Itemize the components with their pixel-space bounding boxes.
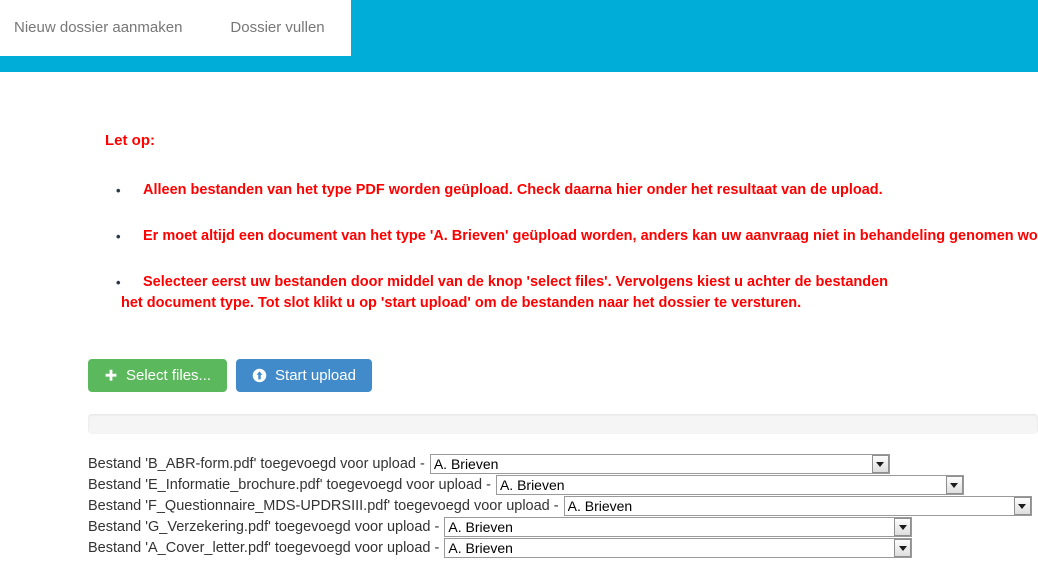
file-status-label: Bestand 'E_Informatie_brochure.pdf' toeg… [88,477,491,493]
doc-type-select[interactable]: A. Brieven [563,496,1032,516]
doc-type-select-shell: A. Brieven [495,475,964,495]
tab-label: Nieuw dossier aanmaken [14,19,183,36]
plus-icon [104,369,118,383]
upload-progress-bar [88,414,1038,434]
notice-bullet-text: Alleen bestanden van het type PDF worden… [143,182,883,198]
start-upload-label: Start upload [275,367,356,384]
select-files-button[interactable]: Select files... [88,359,228,392]
doc-type-select-shell: A. Brieven [444,517,913,537]
bullet-icon: • [116,275,121,290]
notice-title: Let op: [105,132,155,149]
file-status-label: Bestand 'F_Questionnaire_MDS-UPDRSIII.pd… [88,498,559,514]
doc-type-select[interactable]: A. Brieven [495,475,964,495]
file-status-label: Bestand 'A_Cover_letter.pdf' toegevoegd … [88,540,440,556]
start-upload-button[interactable]: Start upload [236,359,372,392]
doc-type-select-shell: A. Brieven [444,538,913,558]
doc-type-select[interactable]: A. Brieven [429,454,890,474]
tab-label: Dossier vullen [230,19,325,36]
notice-bullet-brieven-required: • Er moet altijd een document van het ty… [105,226,1038,247]
file-row: Bestand 'F_Questionnaire_MDS-UPDRSIII.pd… [88,496,1038,516]
file-status-label: Bestand 'B_ABR-form.pdf' toegevoegd voor… [88,456,425,472]
notice-bullet-instructions: • Selecteer eerst uw bestanden door midd… [105,272,933,314]
notice-bullet-list: • Alleen bestanden van het type PDF word… [105,180,1038,339]
upload-toolbar: Select files... Start upload [88,359,372,392]
uploaded-files-list: Bestand 'B_ABR-form.pdf' toegevoegd voor… [88,454,1038,559]
upload-circle-icon [252,368,267,383]
tab-dossier-vullen[interactable]: Dossier vullen [212,0,351,56]
file-row: Bestand 'A_Cover_letter.pdf' toegevoegd … [88,538,1038,558]
bullet-icon: • [116,183,121,198]
file-row: Bestand 'E_Informatie_brochure.pdf' toeg… [88,475,1038,495]
file-row: Bestand 'B_ABR-form.pdf' toegevoegd voor… [88,454,1038,474]
bullet-icon: • [116,229,121,244]
doc-type-select-shell: A. Brieven [563,496,1032,516]
doc-type-select[interactable]: A. Brieven [444,538,913,558]
tab-strip: Nieuw dossier aanmaken Dossier vullen [0,0,351,56]
notice-bullet-text: Er moet altijd een document van het type… [143,228,1038,244]
notice-bullet-text-line2: het document type. Tot slot klikt u op '… [121,295,802,311]
doc-type-select-shell: A. Brieven [429,454,890,474]
notice-bullet-text-line1: Selecteer eerst uw bestanden door middel… [143,274,889,290]
doc-type-select[interactable]: A. Brieven [444,517,913,537]
file-status-label: Bestand 'G_Verzekering.pdf' toegevoegd v… [88,519,440,535]
tab-nieuw-dossier-aanmaken[interactable]: Nieuw dossier aanmaken [0,0,213,56]
select-files-label: Select files... [126,367,212,384]
file-row: Bestand 'G_Verzekering.pdf' toegevoegd v… [88,517,1038,537]
notice-bullet-pdf-only: • Alleen bestanden van het type PDF word… [105,180,1038,201]
app-header: Nieuw dossier aanmaken Dossier vullen [0,0,1038,72]
